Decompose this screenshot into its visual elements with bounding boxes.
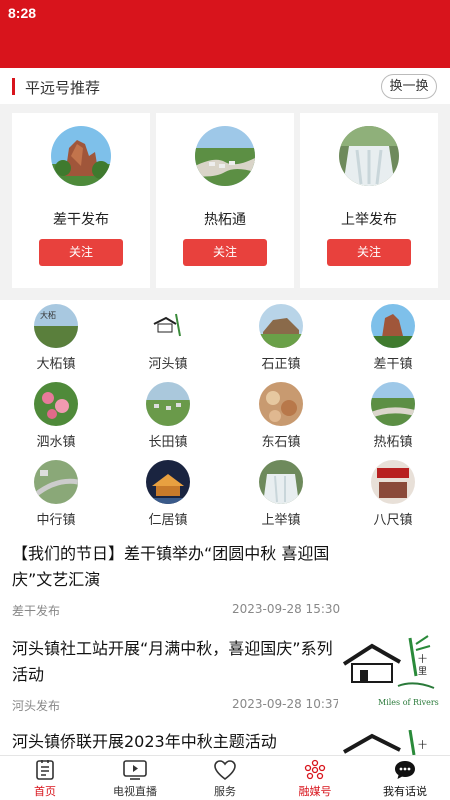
- news-item[interactable]: 【我们的节日】差干镇举办“团圆中秋 喜迎国 庆”文艺汇演 差干发布 2023-0…: [0, 532, 450, 622]
- news-thumbnail: 十 里 Miles of Rivers: [338, 632, 440, 710]
- account-avatar: [339, 126, 399, 186]
- recommend-header: 平远号推荐 换一换: [0, 68, 450, 104]
- news-source: 河头发布: [12, 699, 61, 713]
- town-item[interactable]: 中行镇: [11, 460, 101, 528]
- news-title-line: 河头镇侨联开展2023年中秋主题活动: [12, 732, 277, 751]
- town-item[interactable]: 长田镇: [123, 382, 213, 450]
- tab-tv-live[interactable]: 电视直播: [90, 756, 180, 800]
- thumbnail-caption: Miles of Rivers: [378, 698, 439, 707]
- town-name: 大柘镇: [36, 357, 76, 372]
- follow-button[interactable]: 关注: [183, 239, 267, 266]
- town-item[interactable]: 河头镇: [123, 304, 213, 372]
- town-avatar: [146, 382, 190, 426]
- news-item[interactable]: 河头镇侨联开展2023年中秋主题活动 十: [0, 722, 450, 755]
- town-name: 热柘镇: [373, 435, 413, 450]
- account-name: 上举发布: [341, 212, 397, 228]
- recommend-card[interactable]: 差干发布 关注: [12, 113, 150, 288]
- town-item[interactable]: 差干镇: [348, 304, 438, 372]
- town-name: 石正镇: [261, 357, 301, 372]
- recommend-cards: 差干发布 关注 热柘通 关注 上举发布 关注: [0, 104, 450, 300]
- town-item[interactable]: 仁居镇: [123, 460, 213, 528]
- town-name: 上举镇: [261, 513, 301, 528]
- tab-feedback[interactable]: 我有话说: [360, 756, 450, 800]
- town-name: 中行镇: [36, 513, 76, 528]
- account-name: 热柘通: [204, 212, 246, 228]
- town-item[interactable]: 石正镇: [236, 304, 326, 372]
- bottom-tab-bar: 首页 电视直播 服务 融媒号 我有话说: [0, 755, 450, 800]
- town-avatar: [259, 460, 303, 504]
- account-name: 差干发布: [53, 212, 109, 228]
- home-doc-icon: [36, 760, 54, 780]
- town-grid: 大柘 大柘镇 河头镇 石正镇 差干镇 泗水镇 长田镇 东石镇 热柘镇 中行镇 仁…: [0, 300, 450, 532]
- town-name: 仁居镇: [148, 513, 188, 528]
- town-avatar: [371, 382, 415, 426]
- town-avatar: [34, 382, 78, 426]
- town-item[interactable]: 八尺镇: [348, 460, 438, 528]
- svg-text:里: 里: [418, 666, 427, 677]
- svg-text:大柘: 大柘: [40, 310, 56, 320]
- town-avatar: 大柘: [34, 304, 78, 348]
- town-name: 长田镇: [148, 435, 188, 450]
- news-time: 2023-09-28 15:30: [232, 602, 341, 616]
- recommend-title: 平远号推荐: [25, 79, 101, 97]
- town-name: 八尺镇: [373, 513, 413, 528]
- tab-label: 我有话说: [383, 785, 427, 798]
- tab-label: 电视直播: [113, 785, 157, 798]
- town-avatar: [259, 382, 303, 426]
- news-title-line: 活动: [12, 665, 45, 684]
- recommend-card[interactable]: 上举发布 关注: [300, 113, 438, 288]
- status-time: 8:28: [8, 5, 37, 21]
- account-avatar: [195, 126, 255, 186]
- follow-button[interactable]: 关注: [39, 239, 123, 266]
- town-avatar: [146, 304, 190, 348]
- account-avatar: [51, 126, 111, 186]
- follow-button[interactable]: 关注: [327, 239, 411, 266]
- news-source: 差干发布: [12, 604, 61, 618]
- town-avatar: [371, 304, 415, 348]
- news-time: 2023-09-28 10:37: [232, 697, 341, 711]
- town-item[interactable]: 泗水镇: [11, 382, 101, 450]
- town-name: 东石镇: [261, 435, 301, 450]
- tab-media-account[interactable]: 融媒号: [270, 756, 360, 800]
- heart-icon: [214, 760, 236, 781]
- town-avatar: [34, 460, 78, 504]
- tab-label: 首页: [34, 785, 56, 798]
- tab-service[interactable]: 服务: [180, 756, 270, 800]
- town-name: 河头镇: [148, 357, 188, 372]
- town-avatar: [371, 460, 415, 504]
- recommend-card[interactable]: 热柘通 关注: [156, 113, 294, 288]
- tab-label: 服务: [214, 785, 236, 798]
- town-item[interactable]: 上举镇: [236, 460, 326, 528]
- tv-play-icon: [123, 760, 147, 780]
- news-title-line: 河头镇社工站开展“月满中秋，喜迎国庆”系列: [12, 639, 333, 658]
- news-item[interactable]: 河头镇社工站开展“月满中秋，喜迎国庆”系列 活动 河头发布 2023-09-28…: [0, 622, 450, 722]
- status-bar: 8:28: [0, 0, 450, 68]
- section-accent-bar: [12, 78, 15, 95]
- svg-text:十: 十: [418, 739, 427, 751]
- news-title-line: 庆”文艺汇演: [12, 570, 101, 589]
- town-item[interactable]: 东石镇: [236, 382, 326, 450]
- town-item[interactable]: 热柘镇: [348, 382, 438, 450]
- town-avatar: [146, 460, 190, 504]
- news-thumbnail: 十: [338, 730, 440, 755]
- speech-bubble-icon: [395, 761, 415, 779]
- town-name: 泗水镇: [36, 435, 76, 450]
- town-name: 差干镇: [373, 357, 413, 372]
- tab-home[interactable]: 首页: [0, 756, 90, 800]
- town-item[interactable]: 大柘 大柘镇: [11, 304, 101, 372]
- refresh-button[interactable]: 换一换: [381, 74, 437, 99]
- tab-label: 融媒号: [298, 785, 332, 798]
- town-avatar: [259, 304, 303, 348]
- svg-text:十: 十: [418, 653, 427, 665]
- dots-cluster-icon: [304, 759, 326, 780]
- news-title-line: 【我们的节日】差干镇举办“团圆中秋 喜迎国: [12, 544, 330, 563]
